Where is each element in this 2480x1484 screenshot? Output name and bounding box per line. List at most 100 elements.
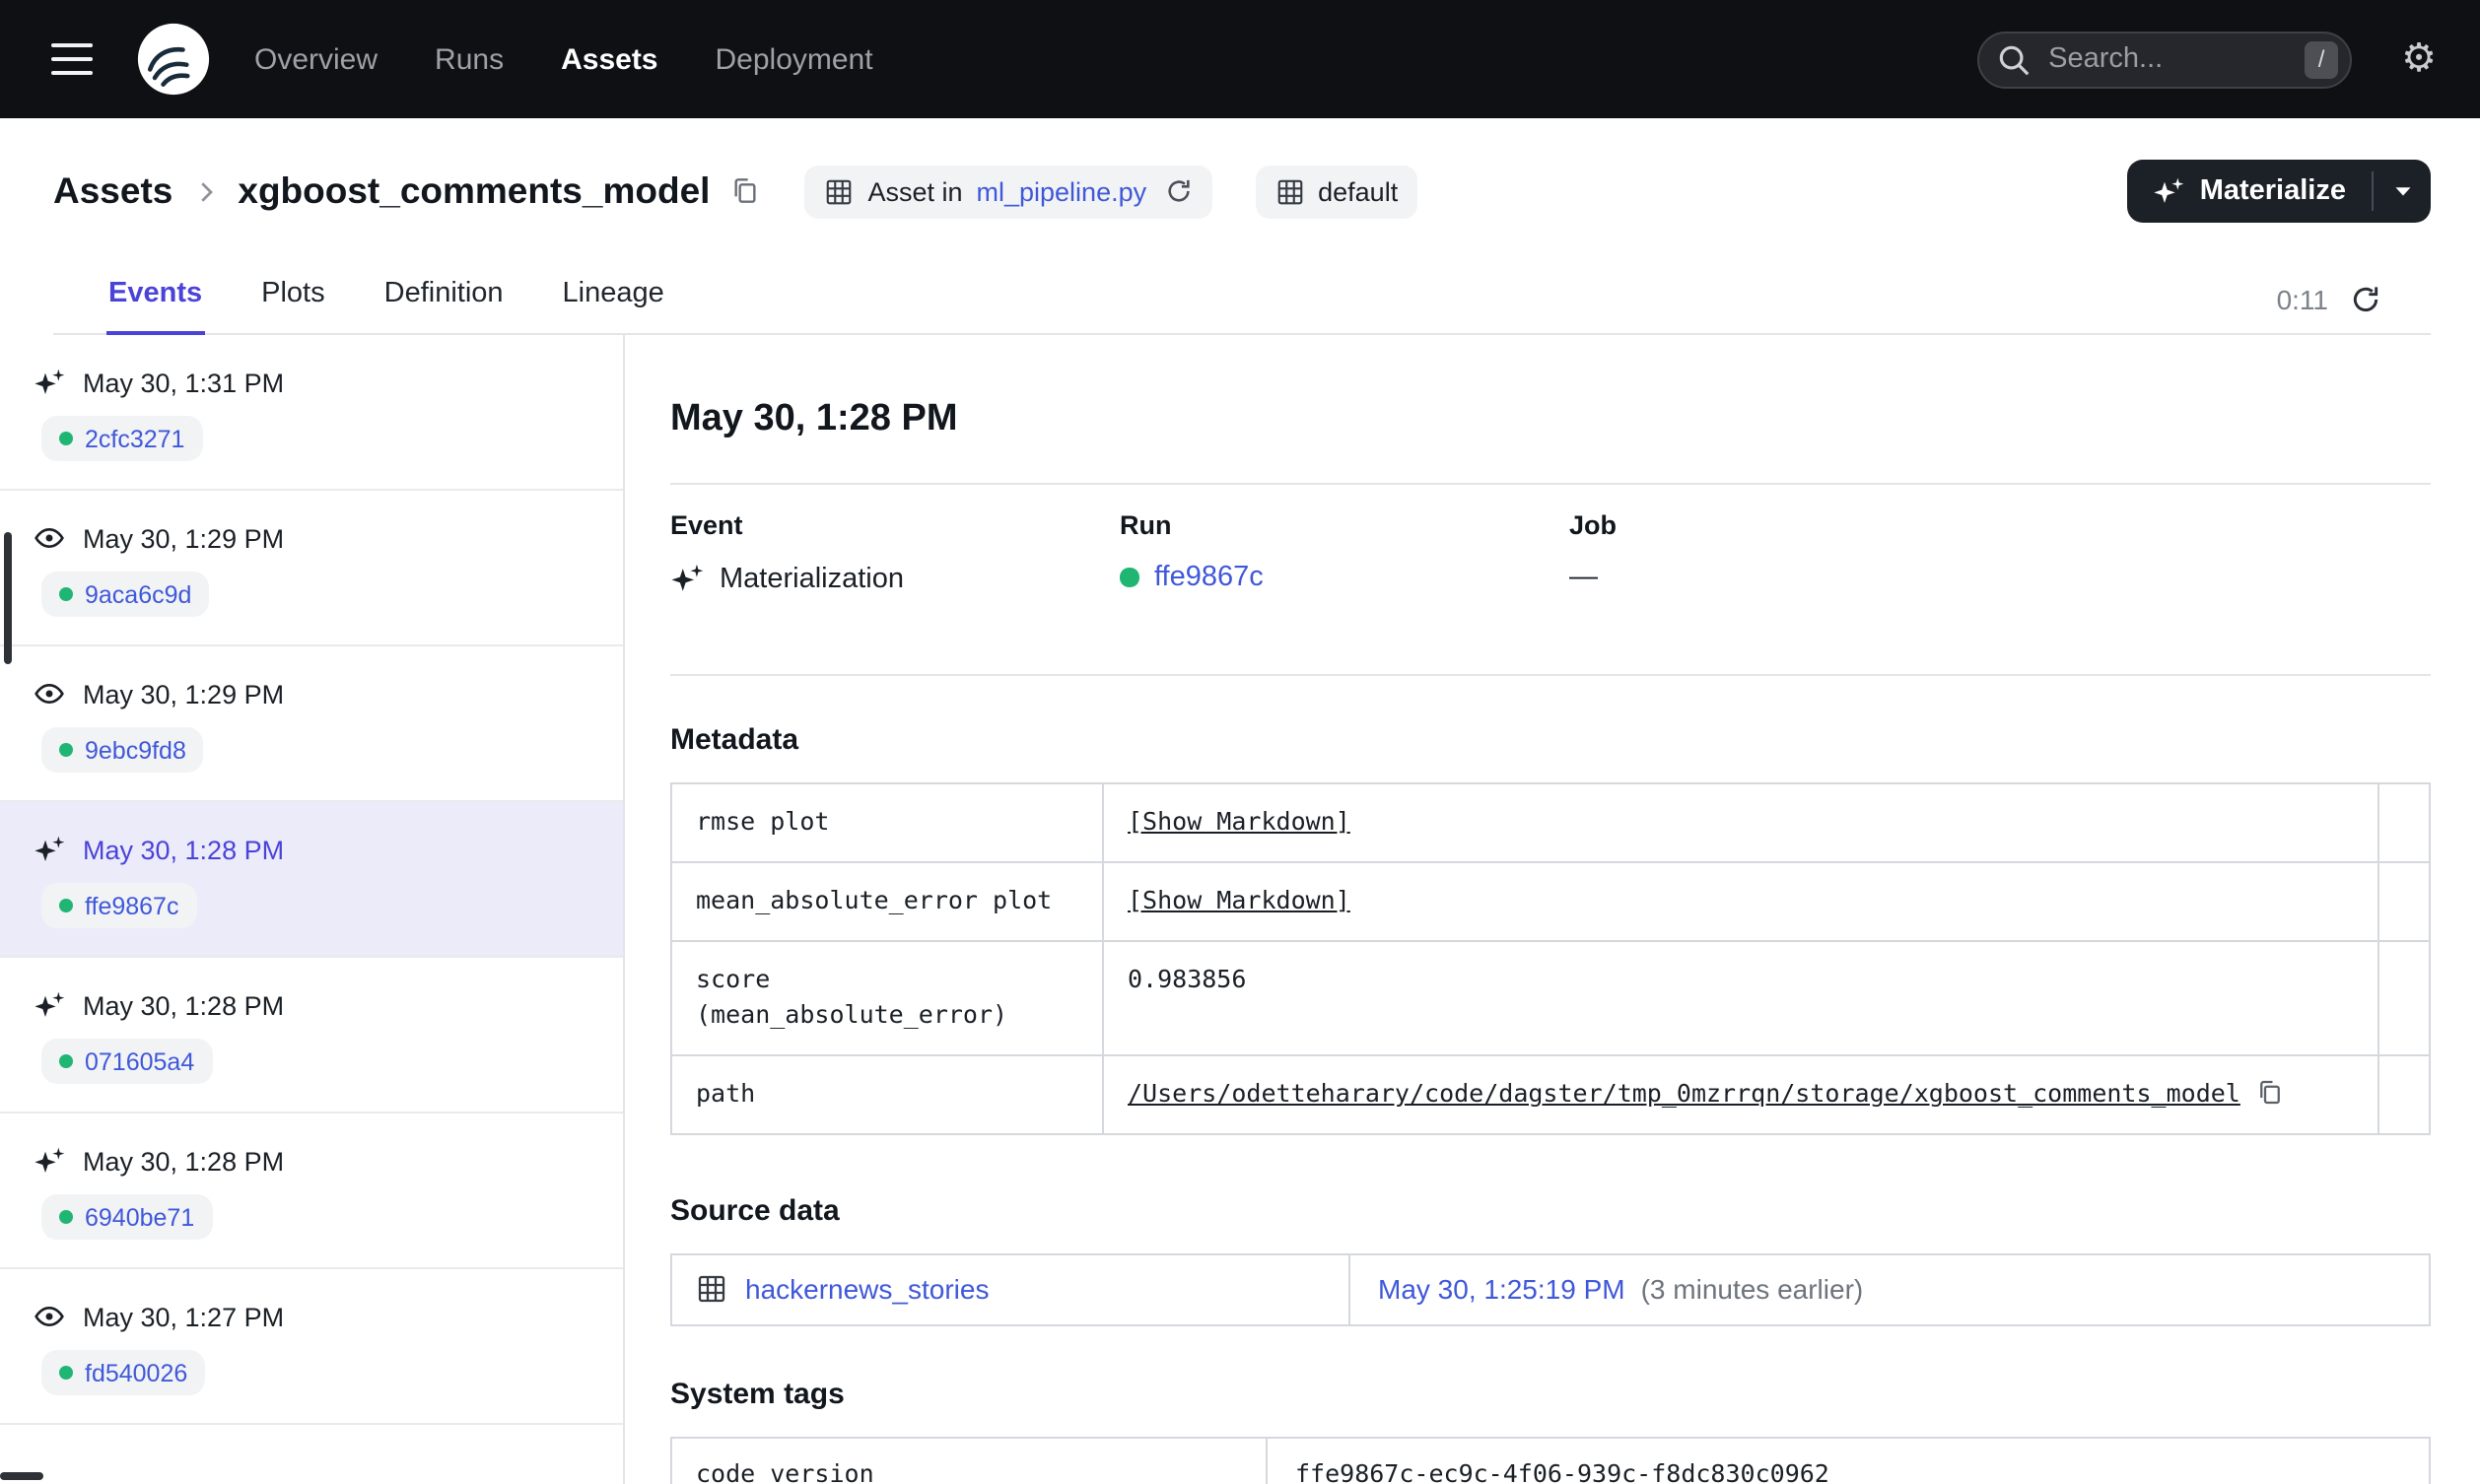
event-time: May 30, 1:28 PM xyxy=(83,1146,285,1176)
event-time-row: May 30, 1:29 PM xyxy=(34,678,591,709)
run-id-tag[interactable]: 6940be71 xyxy=(41,1194,213,1240)
group-icon xyxy=(1274,176,1304,206)
nav-item[interactable]: Deployment xyxy=(716,42,873,76)
event-time: May 30, 1:29 PM xyxy=(83,679,285,708)
run-id-tag[interactable]: 071605a4 xyxy=(41,1039,213,1084)
system-tag-key: code_version xyxy=(672,1438,1268,1484)
breadcrumb-assets-link[interactable]: Assets xyxy=(53,169,172,213)
run-status-dot xyxy=(59,432,73,445)
gear-icon[interactable]: ⚙ xyxy=(2401,39,2437,79)
event-type-value: Materialization xyxy=(670,562,1120,595)
observation-icon xyxy=(34,522,65,554)
materialize-button[interactable]: Materialize xyxy=(2127,160,2372,223)
asset-in-label: Asset in xyxy=(867,176,963,206)
top-nav: Overview Runs Assets Deployment xyxy=(254,42,873,76)
source-time-link[interactable]: May 30, 1:25:19 PM xyxy=(1378,1274,1625,1306)
tab[interactable]: Lineage xyxy=(561,278,666,335)
dagster-asset-page: Overview Runs Assets Deployment / ⚙ xyxy=(0,0,2480,1484)
asset-icon xyxy=(696,1274,727,1306)
materialization-icon xyxy=(34,367,65,398)
event-time-row: May 30, 1:28 PM xyxy=(34,989,591,1021)
materialize-sparkle-icon xyxy=(2153,175,2184,207)
source-asset-cell: hackernews_stories xyxy=(672,1254,1350,1324)
run-id-tag[interactable]: fd540026 xyxy=(41,1350,206,1395)
materialize-dropdown-button[interactable] xyxy=(2374,160,2431,223)
metadata-spacer-cell xyxy=(2377,862,2429,939)
asset-location-tag[interactable]: Asset in ml_pipeline.py xyxy=(804,165,1212,218)
event-detail-panel: May 30, 1:28 PM Event Materialization Ru… xyxy=(625,335,2480,1484)
run-id: 9ebc9fd8 xyxy=(85,736,186,764)
asset-group-tag[interactable]: default xyxy=(1255,165,1418,218)
event-list-item[interactable]: May 30, 1:29 PM 9ebc9fd8 xyxy=(0,646,623,802)
nav-item[interactable]: Assets xyxy=(561,42,657,76)
event-list-item[interactable]: May 30, 1:28 PM 6940be71 xyxy=(0,1113,623,1269)
run-id: ffe9867c xyxy=(85,892,179,919)
run-status-dot xyxy=(59,1054,73,1068)
source-asset-link[interactable]: hackernews_stories xyxy=(745,1274,989,1306)
event-list-item[interactable]: May 30, 1:31 PM 2cfc3271 xyxy=(0,335,623,491)
run-id: fd540026 xyxy=(85,1359,188,1386)
run-id-link[interactable]: ffe9867c xyxy=(1154,562,1264,593)
tab[interactable]: Definition xyxy=(382,278,506,335)
show-markdown-link[interactable]: [Show Markdown] xyxy=(1128,883,1350,920)
reload-location-icon[interactable] xyxy=(1164,177,1192,205)
sidebar-horizontal-scrollbar-thumb[interactable] xyxy=(0,1472,43,1480)
tab[interactable]: Events xyxy=(106,278,205,335)
run-id: 071605a4 xyxy=(85,1047,195,1075)
metadata-row: score (mean_absolute_error) 0.983856 xyxy=(672,939,2429,1054)
metadata-heading: Metadata xyxy=(670,723,799,757)
search-icon xyxy=(1995,40,2032,78)
run-id-tag[interactable]: ffe9867c xyxy=(41,883,197,928)
nav-item[interactable]: Runs xyxy=(435,42,504,76)
source-time-note: (3 minutes earlier) xyxy=(1640,1273,1864,1306)
metadata-key: rmse plot xyxy=(672,784,1104,861)
search-input[interactable] xyxy=(2048,43,2290,75)
event-list-item[interactable]: May 30, 1:27 PM fd540026 xyxy=(0,1269,623,1425)
page-body: May 30, 1:31 PM 2cfc3271 May 30, 1:29 PM… xyxy=(0,335,2480,1484)
run-column-label: Run xyxy=(1120,510,1172,540)
event-type-label: Materialization xyxy=(720,563,904,594)
event-detail-title: May 30, 1:28 PM xyxy=(670,398,958,439)
path-link[interactable]: /Users/odetteharary/code/dagster/tmp_0mz… xyxy=(1128,1076,2240,1113)
dagster-logo[interactable] xyxy=(136,22,211,97)
asset-tabs: Events Plots Definition Lineage 0:11 xyxy=(53,264,2431,335)
sidebar-vertical-scrollbar-thumb[interactable] xyxy=(4,532,12,664)
event-column: Event Materialization xyxy=(670,510,1120,595)
source-time-cell: May 30, 1:25:19 PM (3 minutes earlier) xyxy=(1350,1255,2429,1324)
run-id: 6940be71 xyxy=(85,1203,195,1231)
event-time: May 30, 1:28 PM xyxy=(83,835,285,864)
event-time: May 30, 1:28 PM xyxy=(83,990,285,1020)
event-time-row: May 30, 1:28 PM xyxy=(34,834,591,865)
search-box[interactable]: / xyxy=(1977,31,2353,88)
event-list-item[interactable]: May 30, 1:28 PM 071605a4 xyxy=(0,958,623,1113)
run-id-tag[interactable]: 9ebc9fd8 xyxy=(41,727,204,773)
breadcrumb: Assets xgboost_comments_model Asset in m… xyxy=(53,158,2431,225)
event-time-row: May 30, 1:27 PM xyxy=(34,1301,591,1332)
source-data-heading: Source data xyxy=(670,1193,840,1228)
event-list-item[interactable]: May 30, 1:29 PM 9aca6c9d xyxy=(0,491,623,646)
tab[interactable]: Plots xyxy=(259,278,327,335)
event-time: May 30, 1:29 PM xyxy=(83,523,285,553)
materialization-icon xyxy=(34,1145,65,1177)
system-tags-table: code_version ffe9867c-ec9c-4f06-939c-f8d… xyxy=(670,1436,2431,1484)
event-list-item[interactable]: May 30, 1:28 PM ffe9867c xyxy=(0,802,623,958)
show-markdown-link[interactable]: [Show Markdown] xyxy=(1128,804,1350,842)
pipeline-file-link[interactable]: ml_pipeline.py xyxy=(977,176,1147,206)
refresh-icon[interactable] xyxy=(2350,284,2381,315)
copy-asset-name-icon[interactable] xyxy=(729,175,761,207)
run-status-dot xyxy=(59,743,73,757)
materialization-icon xyxy=(670,562,704,595)
refresh-area: 0:11 xyxy=(2277,284,2381,333)
run-id-tag[interactable]: 9aca6c9d xyxy=(41,572,210,617)
event-column-label: Event xyxy=(670,510,743,540)
tab-list: Events Plots Definition Lineage xyxy=(106,278,722,335)
nav-item[interactable]: Overview xyxy=(254,42,378,76)
menu-icon[interactable] xyxy=(51,42,93,76)
search-shortcut-key: / xyxy=(2305,40,2339,78)
copy-path-icon[interactable] xyxy=(2256,1078,2286,1108)
event-time-row: May 30, 1:29 PM xyxy=(34,522,591,554)
metadata-value: [Show Markdown] xyxy=(1104,863,2377,940)
run-id-tag[interactable]: 2cfc3271 xyxy=(41,416,203,461)
page-title: xgboost_comments_model xyxy=(238,169,711,211)
metadata-value: /Users/odetteharary/code/dagster/tmp_0mz… xyxy=(1104,1056,2377,1133)
